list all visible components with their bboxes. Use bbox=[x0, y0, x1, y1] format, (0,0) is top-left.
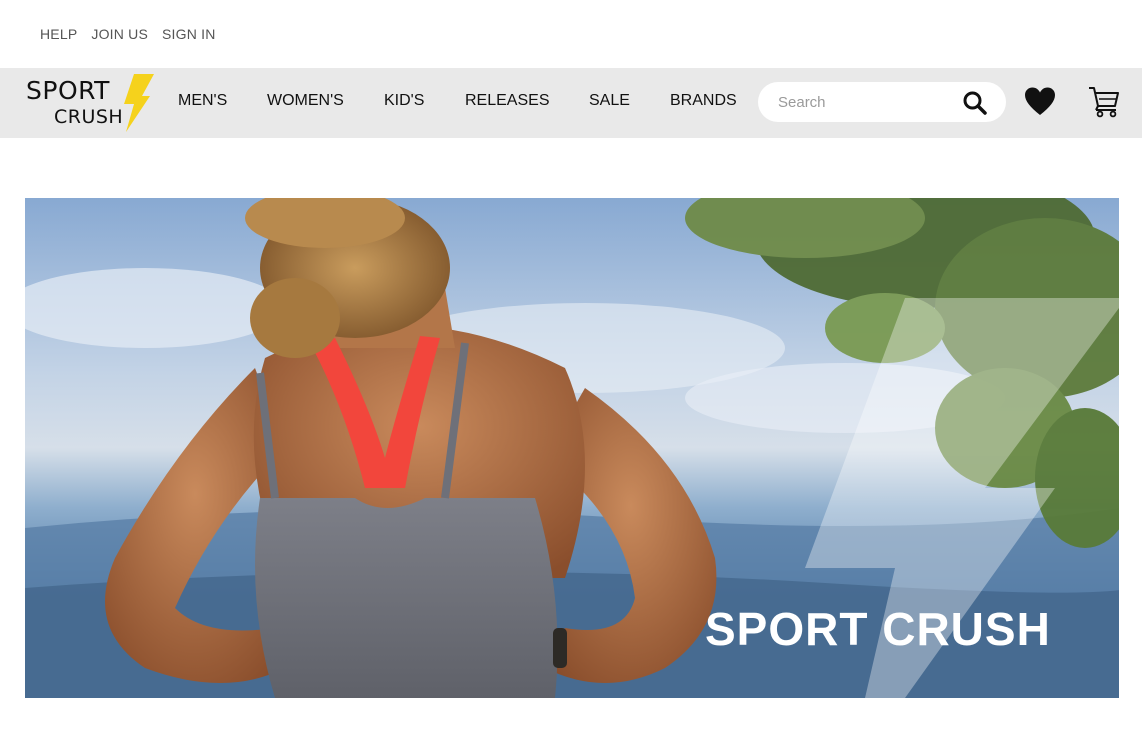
nav-item-sale[interactable]: SALE bbox=[589, 92, 630, 110]
join-us-link[interactable]: JOIN US bbox=[91, 26, 148, 42]
hero-title: SPORT CRUSH bbox=[705, 603, 1051, 655]
nav-item-kids[interactable]: KID'S bbox=[384, 92, 424, 110]
hero-banner[interactable]: SPORT CRUSH bbox=[25, 198, 1119, 698]
search-input[interactable] bbox=[778, 82, 968, 122]
nav-item-releases[interactable]: RELEASES bbox=[465, 92, 549, 110]
main-nav: SPORT CRUSH MEN'S WOMEN'S KID'S RELEASES… bbox=[0, 68, 1142, 138]
search-icon[interactable] bbox=[962, 90, 988, 116]
logo[interactable]: SPORT CRUSH bbox=[26, 72, 156, 134]
nav-item-mens[interactable]: MEN'S bbox=[178, 92, 227, 110]
utility-bar: HELP JOIN US SIGN IN bbox=[0, 0, 1142, 68]
nav-item-womens[interactable]: WOMEN'S bbox=[267, 92, 344, 110]
heart-icon[interactable] bbox=[1024, 86, 1056, 118]
logo-text-sport: SPORT bbox=[26, 76, 110, 105]
lightning-bolt-icon bbox=[124, 74, 154, 132]
logo-text-crush: CRUSH bbox=[54, 106, 124, 128]
nav-item-brands[interactable]: BRANDS bbox=[670, 92, 737, 110]
search-box bbox=[758, 82, 1006, 122]
help-link[interactable]: HELP bbox=[40, 26, 77, 42]
sign-in-link[interactable]: SIGN IN bbox=[162, 26, 216, 42]
cart-icon[interactable] bbox=[1087, 84, 1121, 118]
